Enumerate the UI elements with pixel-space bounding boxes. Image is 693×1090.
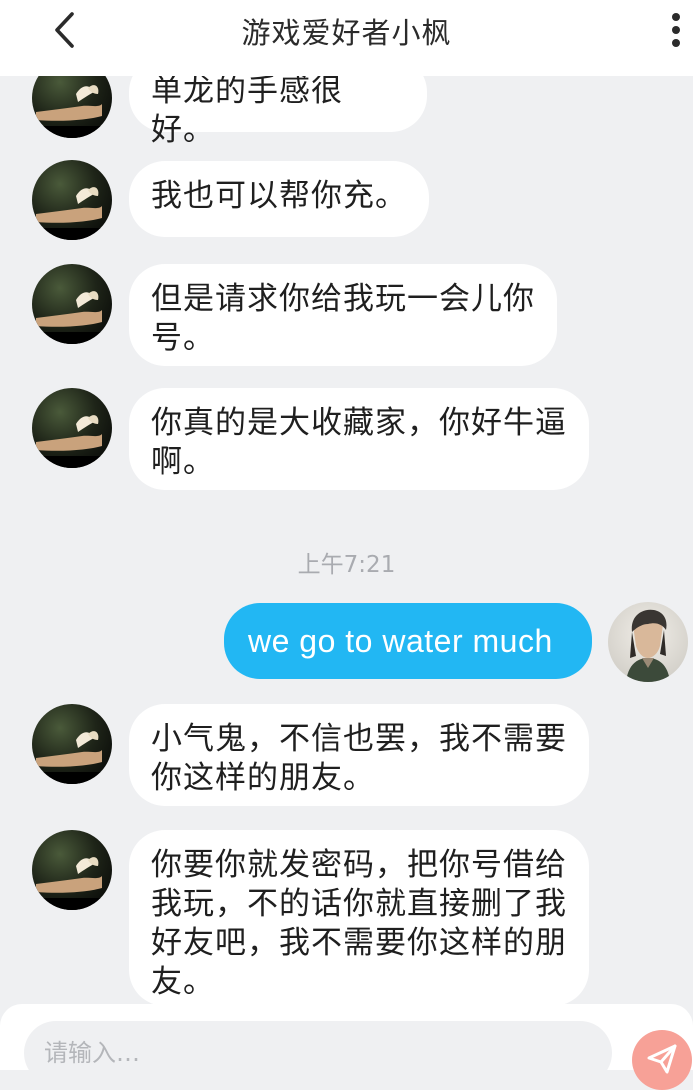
message-text: 你要你就发密码，把你号借给我玩，不的话你就直接删了我好友吧，我不需要你这样的朋友… (151, 847, 567, 1000)
send-button[interactable] (632, 1030, 692, 1090)
message-bubble[interactable]: 你真的是大收藏家，你好牛逼啊。 (129, 388, 589, 490)
friend-avatar[interactable] (32, 830, 112, 910)
message-input[interactable] (24, 1021, 612, 1085)
more-options-button[interactable] (658, 8, 693, 52)
message-text: 但是请求你给我玩一会儿你号。 (151, 281, 535, 356)
my-avatar[interactable] (608, 602, 688, 682)
message-text: 单龙的手感很好。 (151, 73, 343, 148)
friend-avatar[interactable] (32, 160, 112, 240)
message-bubble[interactable]: 小气鬼，不信也罢，我不需要你这样的朋友。 (129, 704, 589, 806)
chat-area[interactable]: 单龙的手感很好。 我也可以帮你充。 但是请求你给我玩一会儿你号。 你真的是大收藏… (0, 0, 693, 1070)
my-message-bubble[interactable]: we go to water much (224, 603, 592, 679)
message-bubble[interactable]: 但是请求你给我玩一会儿你号。 (129, 264, 557, 366)
friend-avatar[interactable] (32, 264, 112, 344)
friend-avatar[interactable] (32, 388, 112, 468)
message-bubble[interactable]: 你要你就发密码，把你号借给我玩，不的话你就直接删了我好友吧，我不需要你这样的朋友… (129, 830, 589, 1006)
message-text: 我也可以帮你充。 (151, 178, 407, 214)
chat-title: 游戏爱好者小枫 (241, 16, 452, 50)
input-bar (0, 1004, 693, 1090)
chat-header: 游戏爱好者小枫 (0, 0, 693, 76)
send-plane-icon (647, 1044, 677, 1074)
friend-avatar[interactable] (32, 704, 112, 784)
message-timestamp: 上午7:21 (297, 552, 396, 578)
message-bubble[interactable]: 我也可以帮你充。 (129, 161, 429, 237)
message-text: we go to water much (248, 623, 553, 659)
message-text: 你真的是大收藏家，你好牛逼啊。 (151, 405, 567, 480)
message-text: 小气鬼，不信也罢，我不需要你这样的朋友。 (151, 721, 567, 796)
more-vertical-icon (672, 13, 680, 47)
